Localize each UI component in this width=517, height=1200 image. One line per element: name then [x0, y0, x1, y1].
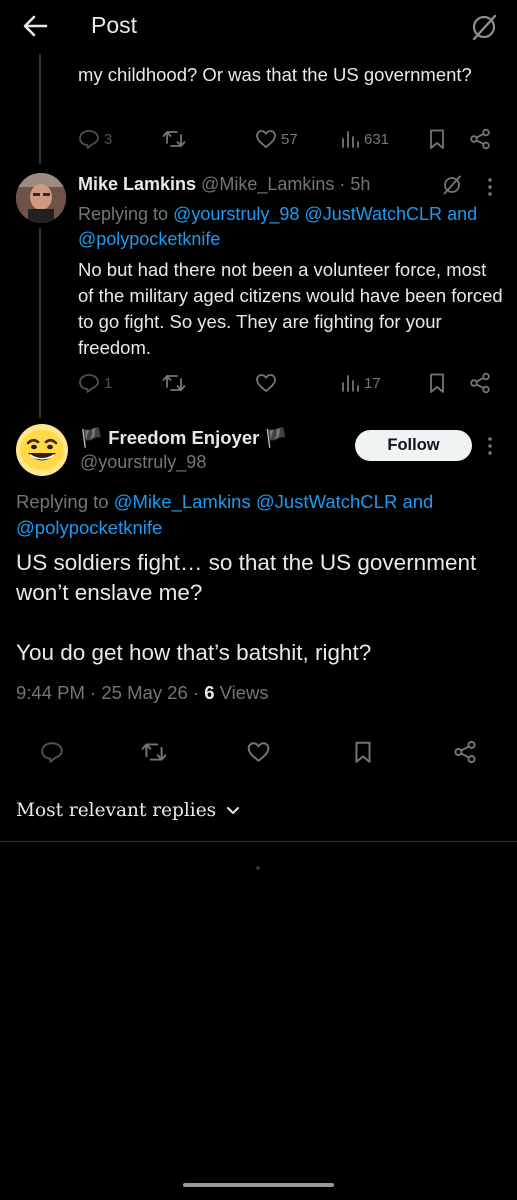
- bookmark-icon: [355, 741, 371, 763]
- replies-sort-dropdown[interactable]: Most relevant replies: [16, 800, 240, 821]
- loading-dot: [256, 866, 260, 870]
- like-count: 57: [281, 130, 298, 148]
- reply-icon: [79, 374, 99, 393]
- thread-line: [39, 228, 41, 418]
- top-bar: Post: [0, 0, 517, 54]
- author-handle[interactable]: @Mike_Lamkins: [201, 174, 334, 194]
- views-icon: [342, 131, 359, 148]
- flag-icon: 🏴: [80, 427, 104, 448]
- reply-author-line: Mike Lamkins @Mike_Lamkins · 5h: [78, 174, 371, 194]
- bookmark-button[interactable]: [427, 128, 447, 150]
- views-icon: [342, 375, 359, 392]
- grok-icon[interactable]: [469, 12, 499, 42]
- post-paragraph: You do get how that’s batshit, right?: [16, 640, 372, 665]
- repost-icon: [162, 375, 186, 391]
- views-count: 17: [364, 374, 381, 392]
- post-metadata: 9:44 PM · 25 May 26 · 6 Views: [16, 682, 269, 703]
- bookmark-icon: [430, 373, 444, 393]
- like-button[interactable]: [246, 740, 271, 764]
- grok-icon[interactable]: [441, 174, 463, 196]
- mention-link[interactable]: @polypocketknife: [16, 517, 162, 538]
- author-handle[interactable]: @yourstruly_98: [80, 452, 206, 473]
- home-indicator[interactable]: [183, 1183, 334, 1187]
- follow-button[interactable]: Follow: [355, 430, 472, 461]
- reply-icon: [41, 742, 63, 763]
- views-button[interactable]: 631: [340, 128, 389, 150]
- post-text: US soldiers fight… so that the US govern…: [16, 548, 506, 668]
- more-options-icon[interactable]: [487, 436, 493, 456]
- mention-link[interactable]: @yourstruly_98: [173, 204, 299, 224]
- reply-count: 1: [104, 374, 113, 392]
- reply-button[interactable]: 3: [78, 128, 112, 150]
- reply-actions: 1 17: [78, 372, 498, 396]
- author-name-line[interactable]: 🏴 Freedom Enjoyer 🏴: [80, 427, 288, 449]
- chevron-down-icon: [227, 806, 240, 814]
- like-button[interactable]: 57: [255, 128, 298, 150]
- mention-link[interactable]: @Mike_Lamkins: [114, 491, 251, 512]
- share-button[interactable]: [453, 740, 477, 764]
- reply-text: No but had there not been a volunteer fo…: [78, 259, 503, 358]
- reply-button[interactable]: [40, 740, 64, 764]
- reply-icon: [79, 130, 99, 149]
- bookmark-icon: [430, 129, 444, 149]
- page-title: Post: [91, 12, 138, 38]
- reply-count: 3: [104, 130, 113, 148]
- bookmark-button[interactable]: [352, 740, 374, 764]
- flag-icon: 🏴: [264, 427, 288, 448]
- arrow-left-icon[interactable]: [20, 12, 52, 40]
- post-time: 5h: [350, 174, 371, 194]
- previous-post-text: my childhood? Or was that the US governm…: [78, 64, 472, 85]
- thread-line: [39, 54, 41, 164]
- post-paragraph: US soldiers fight… so that the US govern…: [16, 550, 477, 605]
- more-options-icon[interactable]: [487, 177, 493, 197]
- share-icon: [454, 740, 476, 764]
- heart-icon: [256, 374, 276, 392]
- views-count: 631: [364, 130, 390, 148]
- views-count: 6: [204, 682, 215, 703]
- heart-icon: [256, 130, 276, 148]
- avatar[interactable]: [16, 173, 66, 223]
- repost-icon: [162, 131, 186, 147]
- heart-icon: [247, 742, 270, 762]
- repost-icon: [141, 743, 167, 761]
- post-actions: [40, 740, 480, 764]
- share-button[interactable]: [469, 128, 491, 150]
- views-label[interactable]: Views: [220, 682, 269, 703]
- share-icon: [470, 372, 490, 394]
- views-button[interactable]: 17: [340, 372, 381, 394]
- mention-link[interactable]: @polypocketknife: [78, 229, 220, 249]
- share-button[interactable]: [469, 372, 491, 394]
- bookmark-button[interactable]: [427, 372, 447, 394]
- share-icon: [470, 128, 490, 150]
- like-button[interactable]: [255, 372, 277, 394]
- reply-button[interactable]: 1: [78, 372, 112, 394]
- avatar[interactable]: [16, 424, 68, 476]
- replying-to: Replying to @yourstruly_98 @JustWatchCLR…: [78, 204, 478, 249]
- repost-button[interactable]: [162, 372, 186, 394]
- divider: [0, 841, 517, 842]
- author-name[interactable]: Mike Lamkins: [78, 174, 196, 194]
- previous-post-actions: 3 57 631: [78, 128, 498, 152]
- mention-link[interactable]: @JustWatchCLR: [304, 204, 442, 224]
- mention-link[interactable]: @JustWatchCLR: [256, 491, 397, 512]
- author-name: Freedom Enjoyer: [108, 427, 260, 448]
- replying-to: Replying to @Mike_Lamkins @JustWatchCLR …: [16, 491, 434, 538]
- repost-button[interactable]: [141, 740, 167, 764]
- post-date: 25 May 26: [101, 682, 188, 703]
- sort-label: Most relevant replies: [16, 800, 217, 821]
- repost-button[interactable]: [162, 128, 186, 150]
- post-time: 9:44 PM: [16, 682, 85, 703]
